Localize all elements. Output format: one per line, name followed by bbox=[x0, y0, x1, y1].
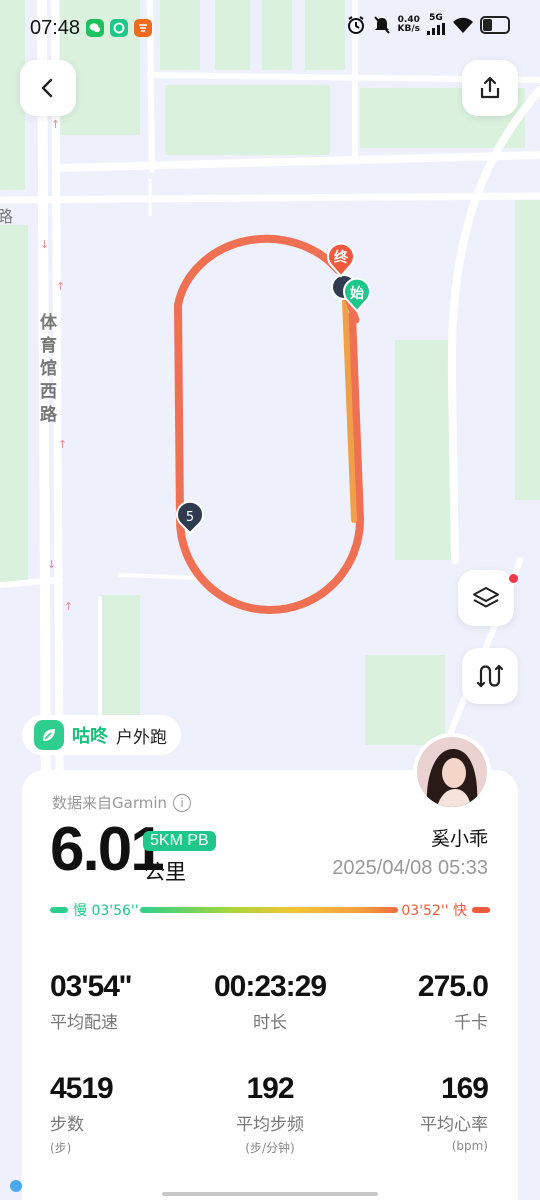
avatar[interactable] bbox=[413, 733, 491, 811]
share-icon bbox=[480, 76, 500, 99]
stat-cadence: 192 平均步频 (步/分钟) bbox=[236, 1072, 304, 1155]
back-button[interactable] bbox=[20, 60, 76, 116]
map-provider-icon bbox=[10, 1180, 22, 1192]
user-name[interactable]: 奚小乖 bbox=[431, 824, 488, 851]
pb-badge: 5KM PB bbox=[143, 831, 216, 851]
home-indicator bbox=[162, 1192, 378, 1196]
stat-calories: 275.0 千卡 bbox=[417, 970, 489, 1033]
info-icon[interactable]: i bbox=[173, 793, 192, 812]
alarm-icon bbox=[347, 15, 364, 34]
avatar-image bbox=[417, 737, 487, 807]
road-label: 体育馆西路 bbox=[40, 312, 58, 425]
mute-icon bbox=[373, 15, 390, 34]
status-time: 07:48 bbox=[30, 16, 81, 39]
signal-icon: 5G bbox=[426, 14, 446, 35]
svg-text:↓: ↓ bbox=[40, 238, 49, 251]
stat-heart-rate: 169 平均心率 (bpm) bbox=[420, 1072, 489, 1153]
layers-notification-dot bbox=[509, 574, 518, 583]
svg-text:↑: ↑ bbox=[64, 600, 73, 613]
svg-text:↑: ↑ bbox=[56, 280, 65, 293]
pace-range-bar: 慢 03'56'' 03'52'' 快 bbox=[50, 900, 490, 920]
activity-datetime: 2025/04/08 05:33 bbox=[332, 857, 488, 879]
map-layers-button[interactable] bbox=[458, 570, 514, 626]
app-brand: 咕咚 bbox=[72, 726, 108, 747]
app-activity-badge[interactable]: 咕咚 户外跑 bbox=[22, 715, 181, 755]
gudong-logo-icon bbox=[34, 720, 64, 750]
svg-text:体育馆西路: 体育馆西路 bbox=[40, 312, 58, 425]
svg-text:终: 终 bbox=[334, 249, 349, 266]
svg-text:5: 5 bbox=[186, 510, 194, 525]
stat-steps: 4519 步数 (步) bbox=[50, 1072, 114, 1155]
gudong-status-icon bbox=[110, 19, 129, 37]
pace-gradient bbox=[140, 907, 398, 913]
net-speed: 0.40 KB/s bbox=[397, 14, 420, 34]
svg-text:↓: ↓ bbox=[47, 558, 56, 571]
activity-type: 户外跑 bbox=[116, 727, 167, 748]
svg-text:↑: ↑ bbox=[58, 438, 67, 451]
wechat-icon bbox=[86, 19, 105, 37]
status-indicators: 0.40 KB/s 5G bbox=[346, 14, 510, 35]
stat-duration: 00:23:29 时长 bbox=[213, 970, 327, 1033]
taobao-icon bbox=[134, 19, 153, 37]
summary-card: 数据来自Garmin i 6.01 5KM PB 公里 奚小乖 2025/04/… bbox=[22, 770, 518, 1200]
route-icon bbox=[476, 664, 504, 688]
wifi-icon bbox=[453, 17, 473, 33]
battery-icon bbox=[480, 15, 510, 34]
chevron-left-icon bbox=[41, 78, 53, 98]
route-playback-button[interactable] bbox=[462, 648, 518, 704]
pace-slow: 慢 03'56'' bbox=[50, 900, 139, 920]
layers-icon bbox=[473, 587, 499, 608]
stat-avg-pace: 03'54'' 平均配速 bbox=[50, 970, 132, 1033]
distance-unit: 公里 bbox=[144, 860, 186, 884]
road-label-partial: 路 bbox=[0, 207, 13, 226]
share-button[interactable] bbox=[462, 60, 518, 116]
svg-text:始: 始 bbox=[350, 285, 364, 302]
status-bar: 07:48 0.40 KB/s 5G bbox=[0, 0, 540, 56]
pace-fast: 03'52'' 快 bbox=[401, 900, 490, 920]
data-source[interactable]: 数据来自Garmin i bbox=[52, 792, 192, 813]
svg-text:↑: ↑ bbox=[51, 118, 60, 131]
